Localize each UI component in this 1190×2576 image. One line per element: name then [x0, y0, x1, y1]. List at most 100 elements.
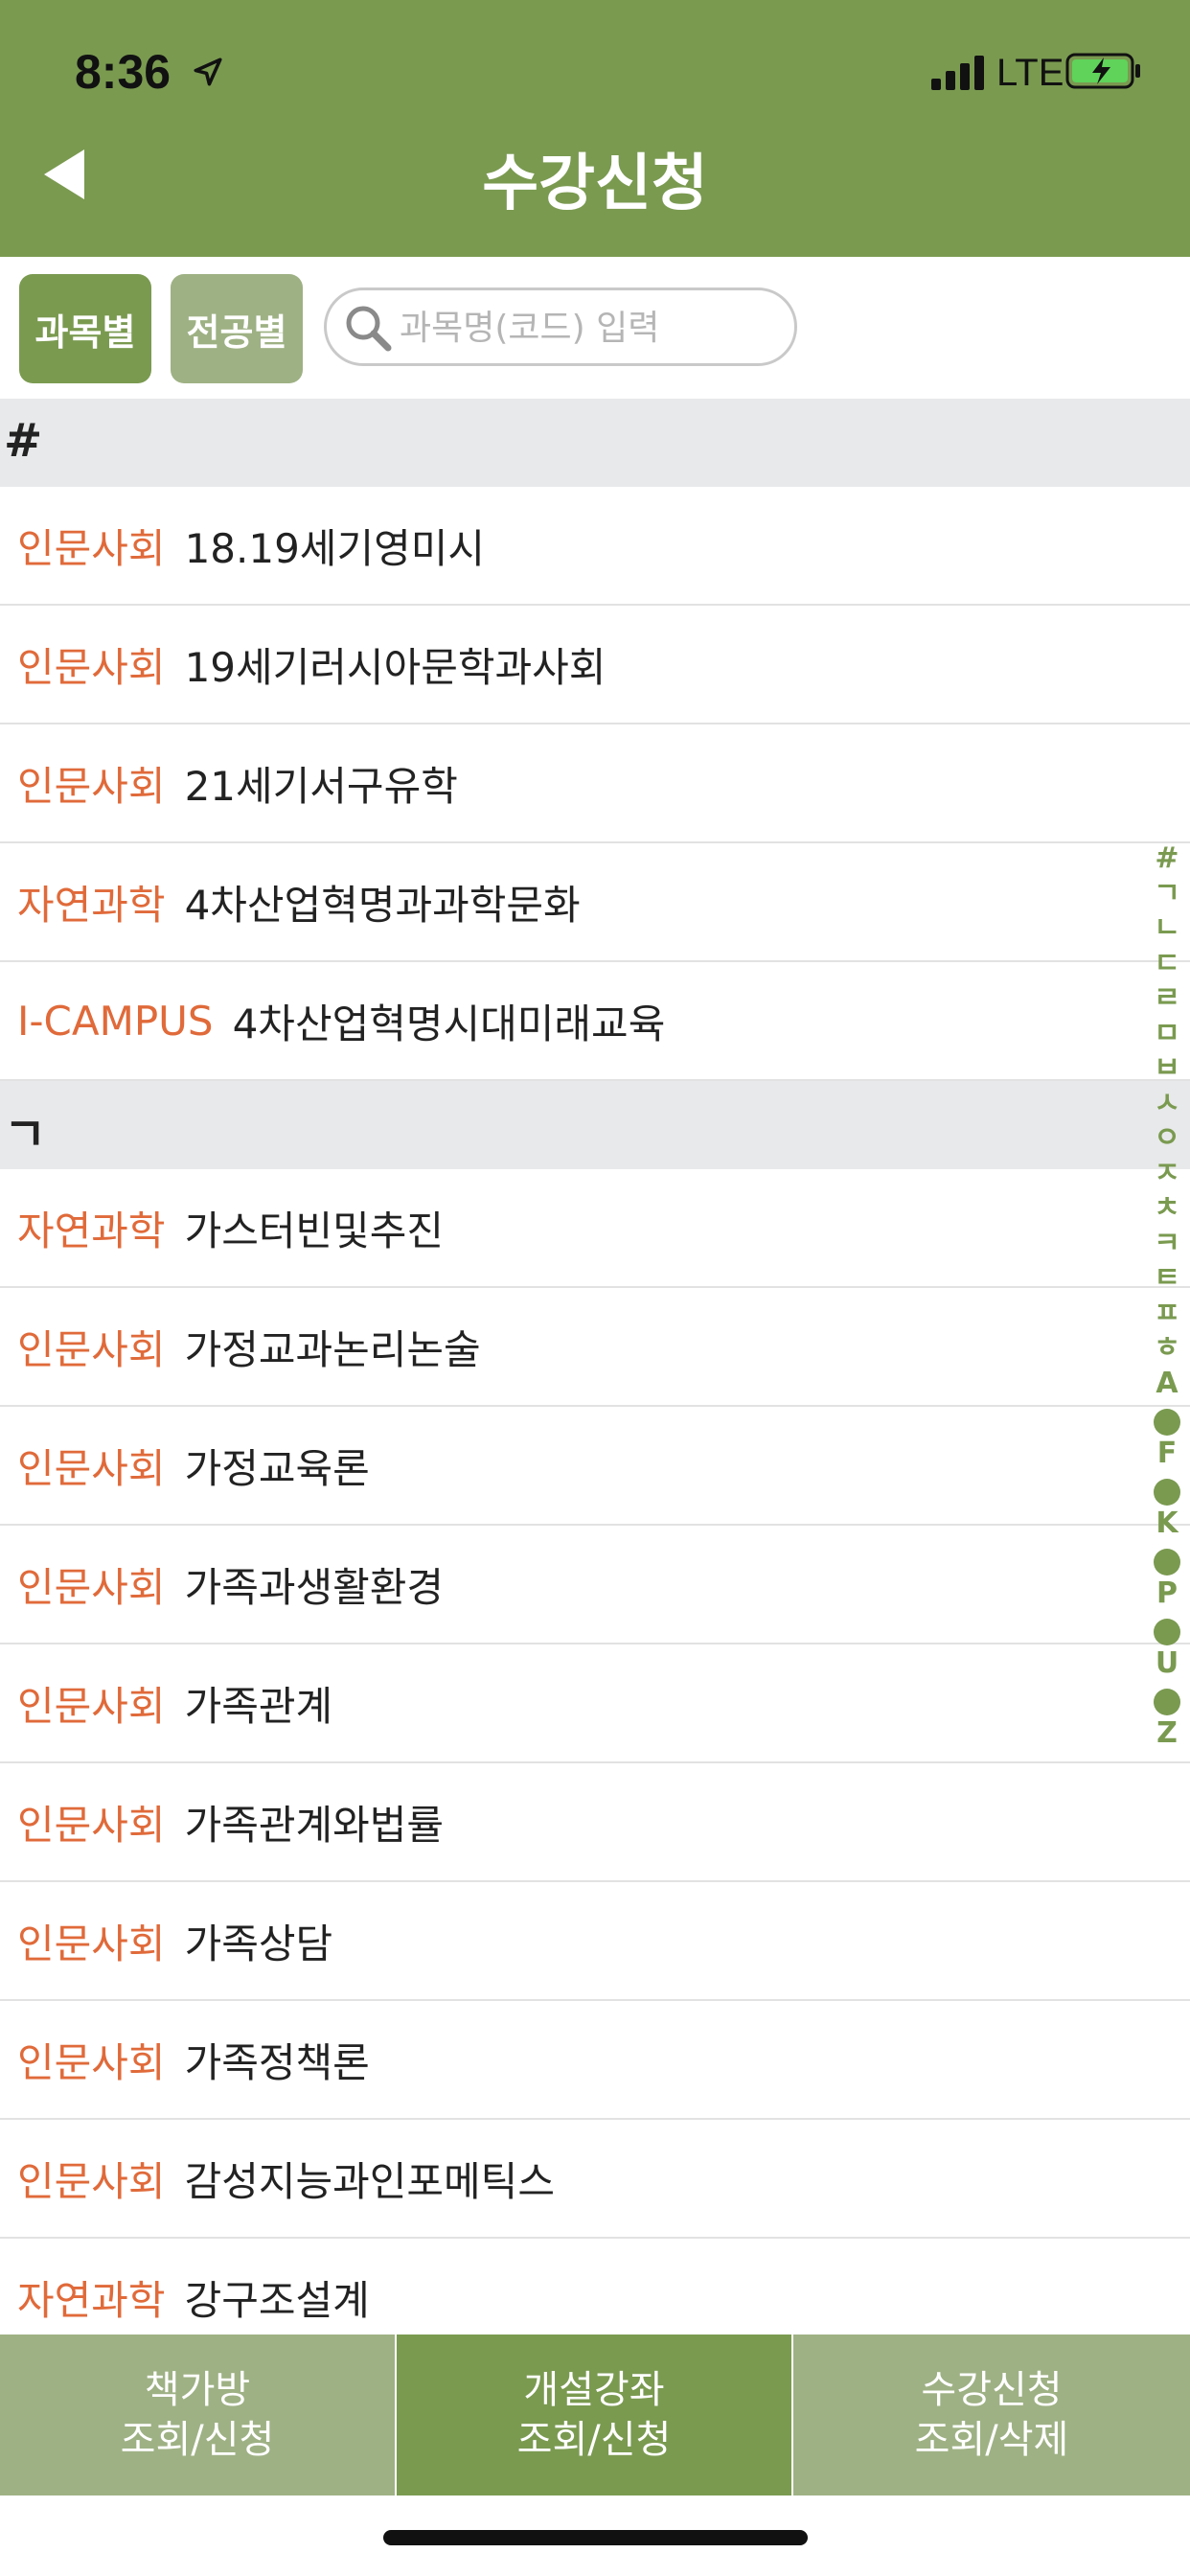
course-row[interactable]: 인문사회 가족정책론 — [0, 2001, 1190, 2120]
course-category: 인문사회 — [17, 1920, 166, 1967]
index-dot[interactable] — [1154, 1619, 1180, 1645]
bottom-tab-bar: 책가방조회/신청 개설강좌조회/신청 수강신청조회/삭제 — [0, 2334, 1190, 2496]
index-item[interactable]: F — [1148, 1438, 1186, 1469]
tab-bookbag[interactable]: 책가방조회/신청 — [0, 2334, 395, 2496]
course-name: 감성지능과인포메틱스 — [184, 2157, 555, 2205]
course-row[interactable]: 자연과학 가스터빈및추진 — [0, 1169, 1190, 1288]
battery-charging-icon — [1065, 53, 1140, 89]
tab-registration-line2: 조회/삭제 — [914, 2418, 1069, 2462]
course-category: 인문사회 — [17, 1325, 166, 1373]
index-item[interactable]: ㄴ — [1148, 913, 1186, 944]
tab-bookbag-line1: 책가방 — [144, 2368, 251, 2412]
index-item[interactable]: ㅋ — [1148, 1228, 1186, 1259]
course-category: 인문사회 — [17, 1563, 166, 1611]
tab-open-courses-line2: 조회/신청 — [516, 2418, 672, 2462]
course-category: 인문사회 — [17, 1682, 166, 1730]
index-dot[interactable] — [1154, 1409, 1180, 1436]
network-type: LTE — [996, 52, 1064, 94]
course-row[interactable]: 자연과학 4차산업혁명과과학문화 — [0, 843, 1190, 962]
section-header: ㄱ — [0, 1081, 1190, 1169]
course-name: 가스터빈및추진 — [184, 1207, 445, 1254]
tab-open-courses[interactable]: 개설강좌조회/신청 — [397, 2334, 791, 2496]
tab-by-major[interactable]: 전공별 — [171, 274, 303, 383]
course-name: 가정교과논리논술 — [184, 1325, 481, 1373]
index-item[interactable]: ㅌ — [1148, 1263, 1186, 1294]
filter-bar: 과목별 전공별 — [0, 257, 1190, 399]
course-name: 가족관계와법률 — [184, 1801, 445, 1849]
course-row[interactable]: 인문사회 21세기서구유학 — [0, 724, 1190, 843]
location-arrow-icon — [194, 58, 222, 86]
index-dot[interactable] — [1154, 1549, 1180, 1576]
course-row[interactable]: 인문사회 감성지능과인포메틱스 — [0, 2120, 1190, 2239]
course-row[interactable]: 인문사회 가족상담 — [0, 1882, 1190, 2001]
course-name: 가족관계 — [184, 1682, 333, 1730]
index-item[interactable]: ㅎ — [1148, 1333, 1186, 1364]
course-category: 자연과학 — [17, 881, 166, 929]
index-item[interactable]: ㅍ — [1148, 1298, 1186, 1329]
course-name: 가족정책론 — [184, 2038, 370, 2086]
index-sidebar[interactable]: # ㄱㄴㄷㄹㅁㅂㅅㅇㅈㅊㅋㅌㅍㅎ A F K P U Z — [1148, 843, 1186, 1888]
tab-registration-line1: 수강신청 — [921, 2368, 1063, 2412]
course-list[interactable]: # 인문사회 18.19세기영미시 인문사회 19세기러시아문학과사회 인문사회 21세기서… — [0, 399, 1190, 2334]
course-category: 자연과학 — [17, 2276, 166, 2324]
course-name: 4차산업혁명시대미래교육 — [232, 1000, 666, 1047]
status-time: 8:36 — [75, 45, 172, 99]
search-icon — [346, 306, 392, 352]
course-row[interactable]: 인문사회 가족관계와법률 — [0, 1763, 1190, 1882]
course-name: 18.19세기영미시 — [184, 524, 486, 572]
index-item[interactable]: K — [1148, 1507, 1186, 1539]
section-header-label: # — [4, 414, 43, 468]
course-name: 가정교육론 — [184, 1444, 370, 1492]
page-title: 수강신청 — [482, 149, 708, 219]
index-dot[interactable] — [1154, 1689, 1180, 1715]
course-category: I-CAMPUS — [17, 997, 214, 1045]
index-item[interactable]: ㅊ — [1148, 1193, 1186, 1224]
index-item[interactable]: ㄹ — [1148, 983, 1186, 1014]
tab-registration[interactable]: 수강신청조회/삭제 — [793, 2334, 1190, 2496]
search-input[interactable] — [398, 290, 785, 365]
search-box[interactable] — [324, 288, 797, 366]
app-header: 8:36 LTE 수강신청 — [0, 0, 1190, 257]
course-row[interactable]: 인문사회 가족과생활환경 — [0, 1526, 1190, 1644]
tab-open-courses-line1: 개설강좌 — [523, 2368, 665, 2412]
course-category: 인문사회 — [17, 524, 166, 572]
index-item[interactable]: ㄱ — [1148, 878, 1186, 909]
course-category: 인문사회 — [17, 762, 166, 810]
course-category: 인문사회 — [17, 1801, 166, 1849]
index-item[interactable]: ㅇ — [1148, 1123, 1186, 1154]
tab-bookbag-line2: 조회/신청 — [120, 2418, 275, 2462]
index-item[interactable]: Z — [1148, 1717, 1186, 1749]
section-header: # — [0, 399, 1190, 487]
index-item[interactable]: # — [1148, 843, 1186, 874]
course-name: 가족상담 — [184, 1920, 333, 1967]
signal-icon — [931, 56, 984, 90]
course-category: 인문사회 — [17, 1444, 166, 1492]
index-item[interactable]: ㅈ — [1148, 1158, 1186, 1189]
index-item[interactable]: ㅅ — [1148, 1088, 1186, 1119]
home-indicator — [383, 2530, 808, 2545]
course-category: 인문사회 — [17, 2038, 166, 2086]
course-row[interactable]: 인문사회 가정교과논리논술 — [0, 1288, 1190, 1407]
course-row[interactable]: I-CAMPUS 4차산업혁명시대미래교육 — [0, 962, 1190, 1081]
course-row[interactable]: 자연과학 강구조설계 — [0, 2239, 1190, 2334]
course-row[interactable]: 인문사회 18.19세기영미시 — [0, 487, 1190, 606]
course-name: 가족과생활환경 — [184, 1563, 445, 1611]
index-item[interactable]: P — [1148, 1577, 1186, 1609]
course-row[interactable]: 인문사회 가정교육론 — [0, 1407, 1190, 1526]
course-name: 21세기서구유학 — [184, 762, 458, 810]
course-category: 인문사회 — [17, 643, 166, 691]
course-category: 인문사회 — [17, 2157, 166, 2205]
course-row[interactable]: 인문사회 가족관계 — [0, 1644, 1190, 1763]
index-item[interactable]: ㄷ — [1148, 948, 1186, 979]
section-header-label: ㄱ — [4, 1108, 47, 1162]
index-item[interactable]: U — [1148, 1647, 1186, 1679]
course-category: 자연과학 — [17, 1207, 166, 1254]
index-item[interactable]: A — [1148, 1368, 1186, 1399]
index-dot[interactable] — [1154, 1479, 1180, 1506]
index-item[interactable]: ㅂ — [1148, 1053, 1186, 1084]
course-row[interactable]: 인문사회 19세기러시아문학과사회 — [0, 606, 1190, 724]
index-item[interactable]: ㅁ — [1148, 1018, 1186, 1049]
course-name: 4차산업혁명과과학문화 — [184, 881, 581, 929]
tab-by-subject[interactable]: 과목별 — [19, 274, 151, 383]
course-name: 강구조설계 — [184, 2276, 370, 2324]
